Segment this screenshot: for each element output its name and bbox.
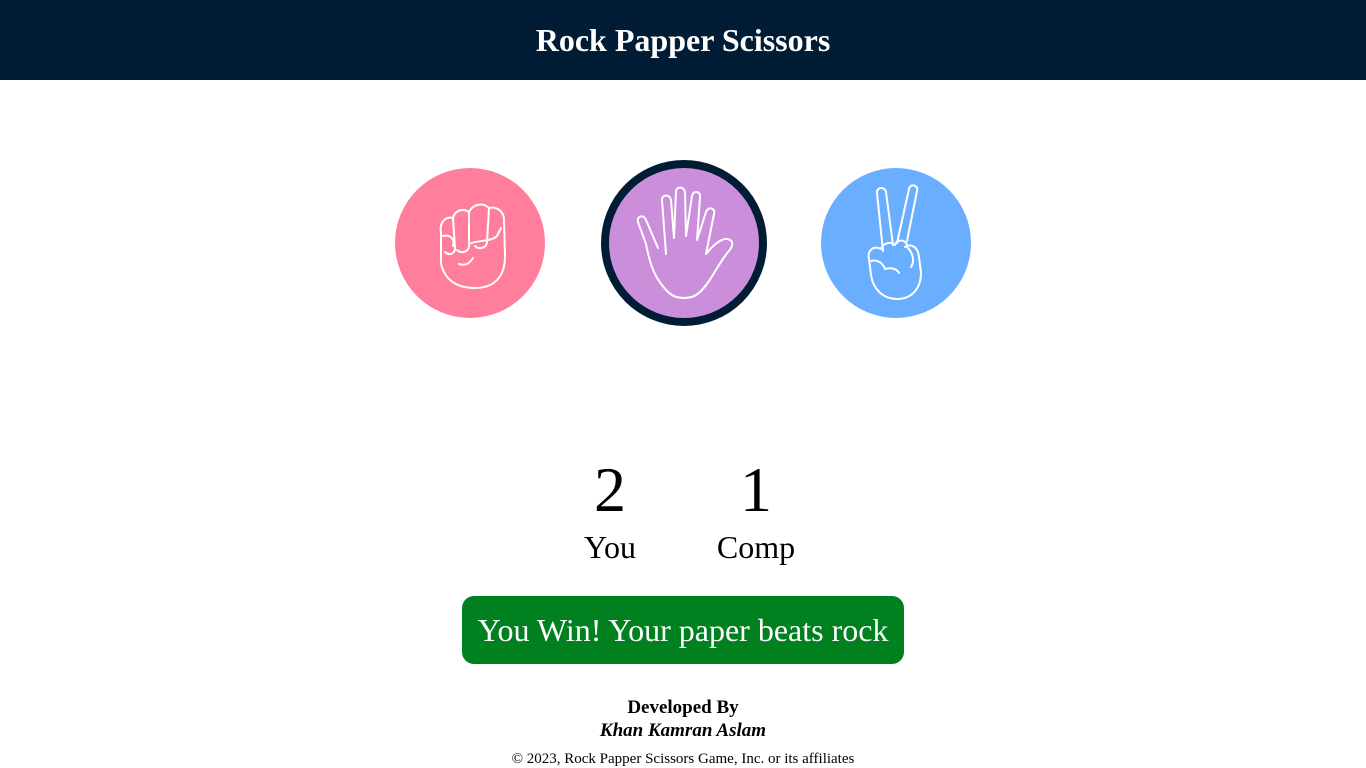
scissors-choice-button[interactable]	[821, 168, 971, 318]
author-name: Khan Kamran Aslam	[599, 720, 767, 741]
open-hand-icon	[636, 186, 734, 299]
result-message-container: You Win! Your paper beats rock	[0, 596, 1366, 664]
comp-score-value: 1	[740, 454, 772, 525]
fist-icon	[439, 203, 506, 289]
user-score-value: 2	[594, 454, 626, 525]
paper-choice-button[interactable]	[601, 160, 767, 326]
user-score: 2 You	[573, 458, 647, 568]
footer: Developed By Khan Kamran Aslam © 2023, R…	[0, 696, 1366, 768]
copyright-text: © 2023, Rock Papper Scissors Game, Inc. …	[511, 751, 855, 767]
result-message: You Win! Your paper beats rock	[461, 596, 905, 664]
comp-score-label: Comp	[716, 529, 796, 565]
app-header: Rock Papper Scissors	[0, 0, 1366, 80]
developed-by-label: Developed By	[627, 697, 739, 718]
rock-choice-button[interactable]	[395, 168, 545, 318]
app-title: Rock Papper Scissors	[535, 21, 831, 58]
peace-hand-icon	[867, 184, 922, 300]
scoreboard: 2 You 1 Comp	[0, 458, 1366, 568]
user-score-label: You	[584, 529, 636, 565]
comp-score: 1 Comp	[716, 454, 796, 568]
choices-row: 2 You 1 Comp You Win! Your paper beats r…	[0, 80, 1366, 767]
